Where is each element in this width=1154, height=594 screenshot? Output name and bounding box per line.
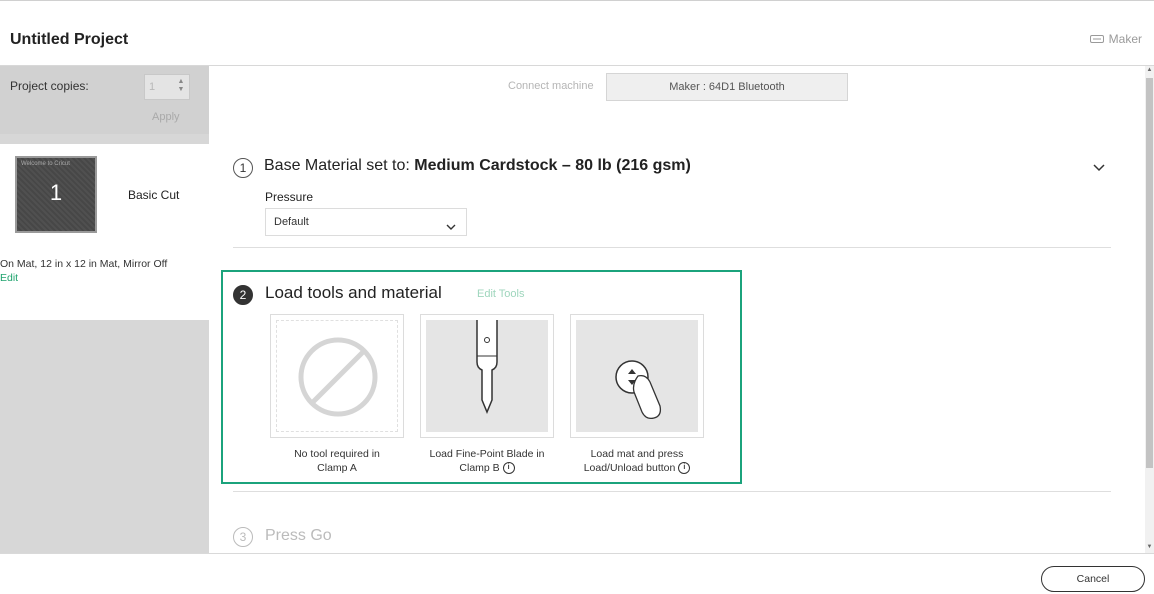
copies-stepper[interactable]: 1 ▲ ▼ xyxy=(144,74,190,100)
main-scrollbar[interactable]: ▲ ▼ xyxy=(1145,66,1154,553)
caption-line: No tool required in xyxy=(294,448,380,460)
info-icon[interactable]: i xyxy=(678,462,691,475)
caption-line: Load/Unload button xyxy=(583,462,676,474)
fine-point-blade-icon xyxy=(426,320,548,432)
mat-description: On Mat, 12 in x 12 in Mat, Mirror Off xyxy=(0,258,168,270)
caption-line: Clamp A xyxy=(317,462,357,474)
left-panel: Project copies: 1 ▲ ▼ Apply Welcome to Cr… xyxy=(0,66,209,553)
tool-card-clamp-a xyxy=(270,314,404,438)
pressure-value: Default xyxy=(274,216,309,228)
pressure-select[interactable]: Default xyxy=(265,208,467,236)
tool-card-load-mat xyxy=(570,314,704,438)
step-1-number: 1 xyxy=(233,158,253,178)
main-panel: Connect machine Maker : 64D1 Bluetooth 1… xyxy=(209,66,1145,553)
edit-tools-link[interactable]: Edit Tools xyxy=(477,288,525,300)
divider xyxy=(233,491,1111,492)
cancel-button[interactable]: Cancel xyxy=(1041,566,1145,592)
load-unload-button-icon xyxy=(576,320,698,432)
mat-label: Basic Cut xyxy=(128,188,180,202)
project-copies-section: Project copies: 1 ▲ ▼ Apply xyxy=(0,66,209,134)
step-1-material: Medium Cardstock – 80 lb (216 gsm) xyxy=(414,157,691,174)
step-3-number: 3 xyxy=(233,527,253,547)
scroll-up-icon[interactable]: ▲ xyxy=(1145,67,1154,73)
step-1-prefix: Base Material set to: xyxy=(264,157,410,174)
stepper-arrows-icon[interactable]: ▲ ▼ xyxy=(176,78,186,94)
mat-number: 1 xyxy=(49,180,63,205)
apply-button[interactable]: Apply xyxy=(152,111,180,123)
machine-label: Maker xyxy=(1108,32,1142,46)
top-bar: Untitled Project Maker xyxy=(0,0,1154,66)
copies-value: 1 xyxy=(149,81,156,93)
tool-caption-load-mat: Load mat and press Load/Unload button i xyxy=(570,447,704,475)
pressure-label: Pressure xyxy=(265,190,314,204)
scroll-down-icon[interactable]: ▼ xyxy=(1145,544,1154,550)
footer-bar: Cancel xyxy=(0,553,1154,594)
caption-line: Load mat and press xyxy=(590,448,684,460)
divider xyxy=(233,247,1111,248)
copies-label: Project copies: xyxy=(10,79,89,93)
info-icon[interactable]: i xyxy=(502,462,515,475)
project-title: Untitled Project xyxy=(10,31,129,48)
step-2-number: 2 xyxy=(233,285,253,305)
tool-card-clamp-b xyxy=(420,314,554,438)
no-tool-icon xyxy=(276,320,398,432)
machine-icon xyxy=(1089,34,1104,44)
chevron-down-icon[interactable] xyxy=(1093,159,1105,177)
step-1-title: Base Material set to: Medium Cardstock –… xyxy=(264,157,691,175)
step-2-title: Load tools and material xyxy=(265,283,442,302)
tool-caption-clamp-a: No tool required in Clamp A xyxy=(270,447,404,475)
caption-line: Clamp B xyxy=(459,462,500,474)
mat-thumb-tag: Welcome to Cricut xyxy=(21,161,70,167)
caption-line: Load Fine-Point Blade in xyxy=(429,448,545,460)
mat-card[interactable]: Welcome to Cricut 1 Basic Cut On Mat, 12… xyxy=(0,144,209,320)
mat-edit-link[interactable]: Edit xyxy=(0,272,18,284)
scroll-thumb[interactable] xyxy=(1146,78,1153,468)
connect-machine-select[interactable]: Maker : 64D1 Bluetooth xyxy=(606,73,848,101)
mat-thumbnail[interactable]: Welcome to Cricut 1 xyxy=(15,156,97,233)
connect-machine-label: Connect machine xyxy=(508,80,594,92)
machine-indicator[interactable]: Maker xyxy=(1089,32,1142,46)
chevron-down-icon xyxy=(446,218,456,236)
step-3-title: Press Go xyxy=(265,527,332,544)
tool-caption-clamp-b: Load Fine-Point Blade in Clamp B i xyxy=(420,447,554,475)
